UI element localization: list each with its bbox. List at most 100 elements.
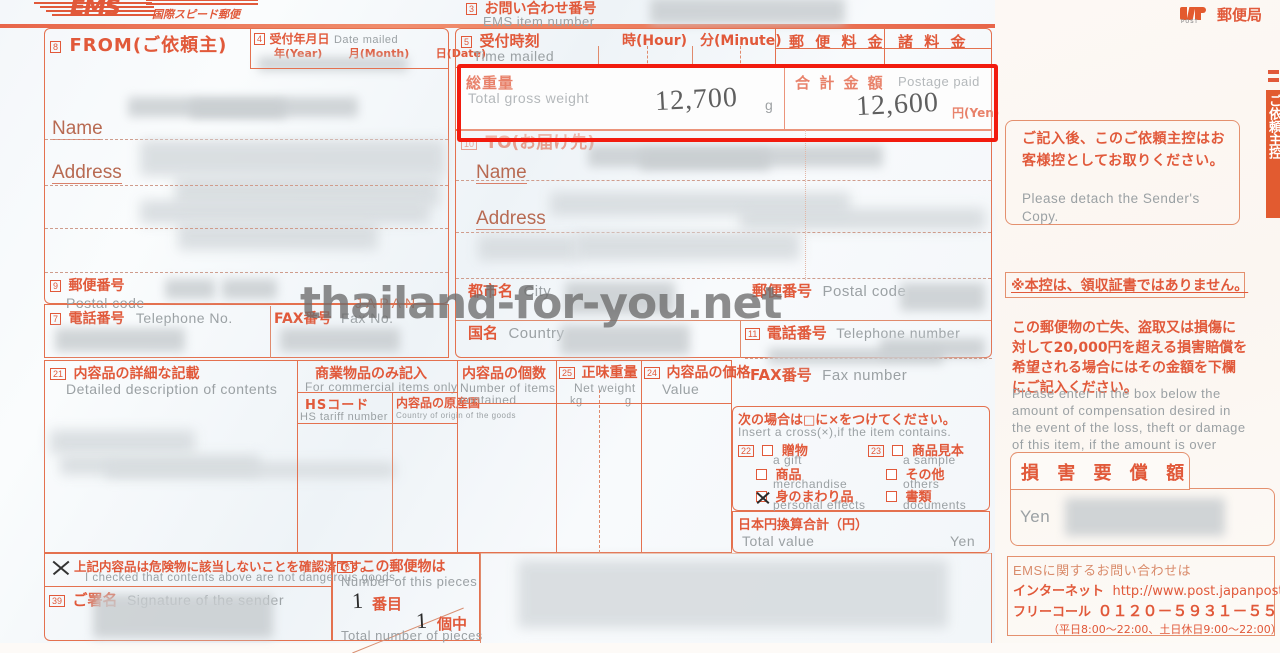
fee-underline	[775, 48, 992, 49]
inquiry-heading: EMSに関するお問い合わせは	[1013, 563, 1192, 578]
pieces-nth-label: 番目	[372, 595, 403, 613]
total-value-unit: Yen	[950, 533, 976, 549]
field-number-4: 4	[254, 32, 266, 45]
inquiry-internet-label: インターネット	[1013, 584, 1105, 599]
vertical-tab-rule-2	[1268, 78, 1279, 82]
from-postal-header: 9 郵便番号	[50, 275, 124, 295]
inquiry-freecall-row: フリーコール ０１２０－５９３１－５５	[1013, 600, 1277, 621]
inquiry-internet-row: インターネット http://www.post.japanpost.jp	[1013, 580, 1280, 600]
gross-weight-unit: g	[765, 97, 774, 113]
postage-paid-en: Postage paid	[898, 74, 980, 89]
field-number-21: 21	[50, 367, 67, 380]
total-value-en: Total value	[742, 533, 815, 549]
contents-col-2	[457, 360, 458, 553]
field-number-5: 5	[461, 35, 473, 48]
redacted-to-name-2	[640, 150, 770, 170]
gross-weight-value: 12,700	[654, 81, 739, 118]
field-number-24: 24	[644, 366, 661, 379]
field-number-22: 22	[738, 444, 755, 457]
to-fax-header: FAX番号 Fax number	[750, 364, 907, 385]
from-postal-jp: 郵便番号	[68, 278, 125, 294]
bottom-left-edge	[480, 553, 481, 643]
redacted-bottom-strip	[518, 560, 948, 628]
japan-post-logo: POST 郵便局	[1179, 4, 1262, 25]
to-fax-en: Fax number	[822, 367, 908, 384]
field-number-25: 25	[559, 366, 576, 379]
checkbox-documents[interactable]	[886, 491, 897, 503]
redacted-from-postal-1	[165, 279, 215, 299]
contents-desc-en: Detailed description of contents	[66, 381, 278, 397]
postage-paid-unit: 円(Yen)	[952, 106, 1000, 120]
to-postal-en: Postal code	[822, 283, 907, 300]
net-weight-jp: 正味重量	[581, 365, 638, 381]
redacted-to-fax	[768, 348, 943, 364]
redacted-from-address-3	[140, 200, 430, 224]
commercial-underline-2	[297, 423, 457, 424]
from-address-divider-2	[45, 228, 448, 229]
redacted-ems-item-number	[650, 0, 845, 24]
net-weight-g: g	[625, 395, 632, 407]
redacted-to-address-2	[740, 208, 985, 230]
bottom-right-edge	[991, 553, 992, 643]
contents-col-1b	[392, 392, 393, 423]
detach-notice-en: Please detach the Sender's Copy.	[1022, 191, 1200, 224]
origin-en: Country of origin of the goods	[396, 411, 516, 420]
from-telephone-header: 7 電話番号 Telephone No.	[50, 308, 233, 328]
field-number-16: 16	[337, 560, 354, 573]
field-number-10: 10	[461, 137, 478, 150]
contents-desc-jp: 内容品の詳細な記載	[73, 366, 200, 382]
date-underline	[250, 68, 449, 69]
to-title: TO(お届け先)	[485, 133, 596, 153]
field-number-23: 23	[868, 444, 885, 457]
value-header: 24 内容品の価格	[644, 362, 750, 382]
contents-col-1	[297, 360, 298, 553]
declaration-divider	[44, 586, 332, 587]
to-right-guide	[805, 130, 806, 280]
field-number-11: 11	[745, 327, 761, 340]
checkbox-others[interactable]	[886, 469, 897, 481]
pieces-jp: この郵便物は	[361, 559, 446, 575]
from-title: FROM(ご依頼主)	[69, 35, 228, 56]
net-weight-kg: kg	[570, 395, 583, 407]
value-en: Value	[662, 381, 700, 397]
qty-jp: 内容品の個数	[462, 366, 546, 382]
to-fax-jp: FAX番号	[750, 366, 812, 384]
contents-desc-header: 21 内容品の詳細な記載	[50, 363, 199, 383]
not-receipt-text: ※本控は、領収証書ではありません。	[1011, 278, 1249, 294]
pieces-total-en: Total number of pieces	[341, 628, 483, 643]
inquiry-internet-value[interactable]: http://www.post.japanpost.jp	[1112, 584, 1280, 599]
declaration-check-x-icon[interactable]	[52, 559, 70, 577]
hour-label: 時(Hour)	[622, 33, 688, 49]
category-instruction-en: Insert a cross(×),if the item contains.	[738, 425, 952, 439]
pieces-en: Number of this pieces	[341, 574, 478, 589]
hs-code-en: HS tariff number	[300, 411, 388, 423]
redacted-from-name-2	[190, 100, 286, 118]
redacted-contents-1	[50, 430, 195, 454]
checkbox-a-gift[interactable]	[762, 445, 774, 457]
checkbox-a-sample[interactable]	[892, 445, 904, 457]
to-name-divider	[456, 180, 991, 181]
vertical-tab: ご依頼主控	[1266, 90, 1280, 218]
redacted-from-postal-2	[222, 279, 277, 299]
claim-unit: Yen	[1020, 507, 1051, 526]
checkbox-merchandise[interactable]	[756, 469, 767, 481]
contents-head-underline	[457, 403, 732, 404]
checkbox-personal-effects[interactable]	[756, 491, 767, 503]
vertical-side-text	[1266, 228, 1280, 388]
inquiry-freecall-label: フリーコール	[1013, 605, 1092, 620]
ems-logo: EMS 国際スピード郵便	[28, 0, 258, 26]
contents-col-4	[641, 360, 642, 553]
from-name-label: Name	[52, 118, 103, 140]
redacted-signature	[93, 594, 273, 638]
from-address-label: Address	[52, 162, 122, 184]
redacted-from-address-4	[178, 222, 378, 250]
redacted-claim-amount	[1065, 498, 1225, 536]
ems-subtitle: 国際スピード郵便	[152, 8, 240, 21]
field-number-7: 7	[50, 312, 62, 325]
value-jp: 内容品の価格	[666, 365, 751, 381]
field-number-8: 8	[50, 40, 62, 53]
to-address-label: Address	[476, 208, 546, 230]
time-col-3	[692, 46, 693, 68]
from-address-divider-1	[45, 185, 448, 186]
from-telephone-en: Telephone No.	[135, 310, 233, 326]
